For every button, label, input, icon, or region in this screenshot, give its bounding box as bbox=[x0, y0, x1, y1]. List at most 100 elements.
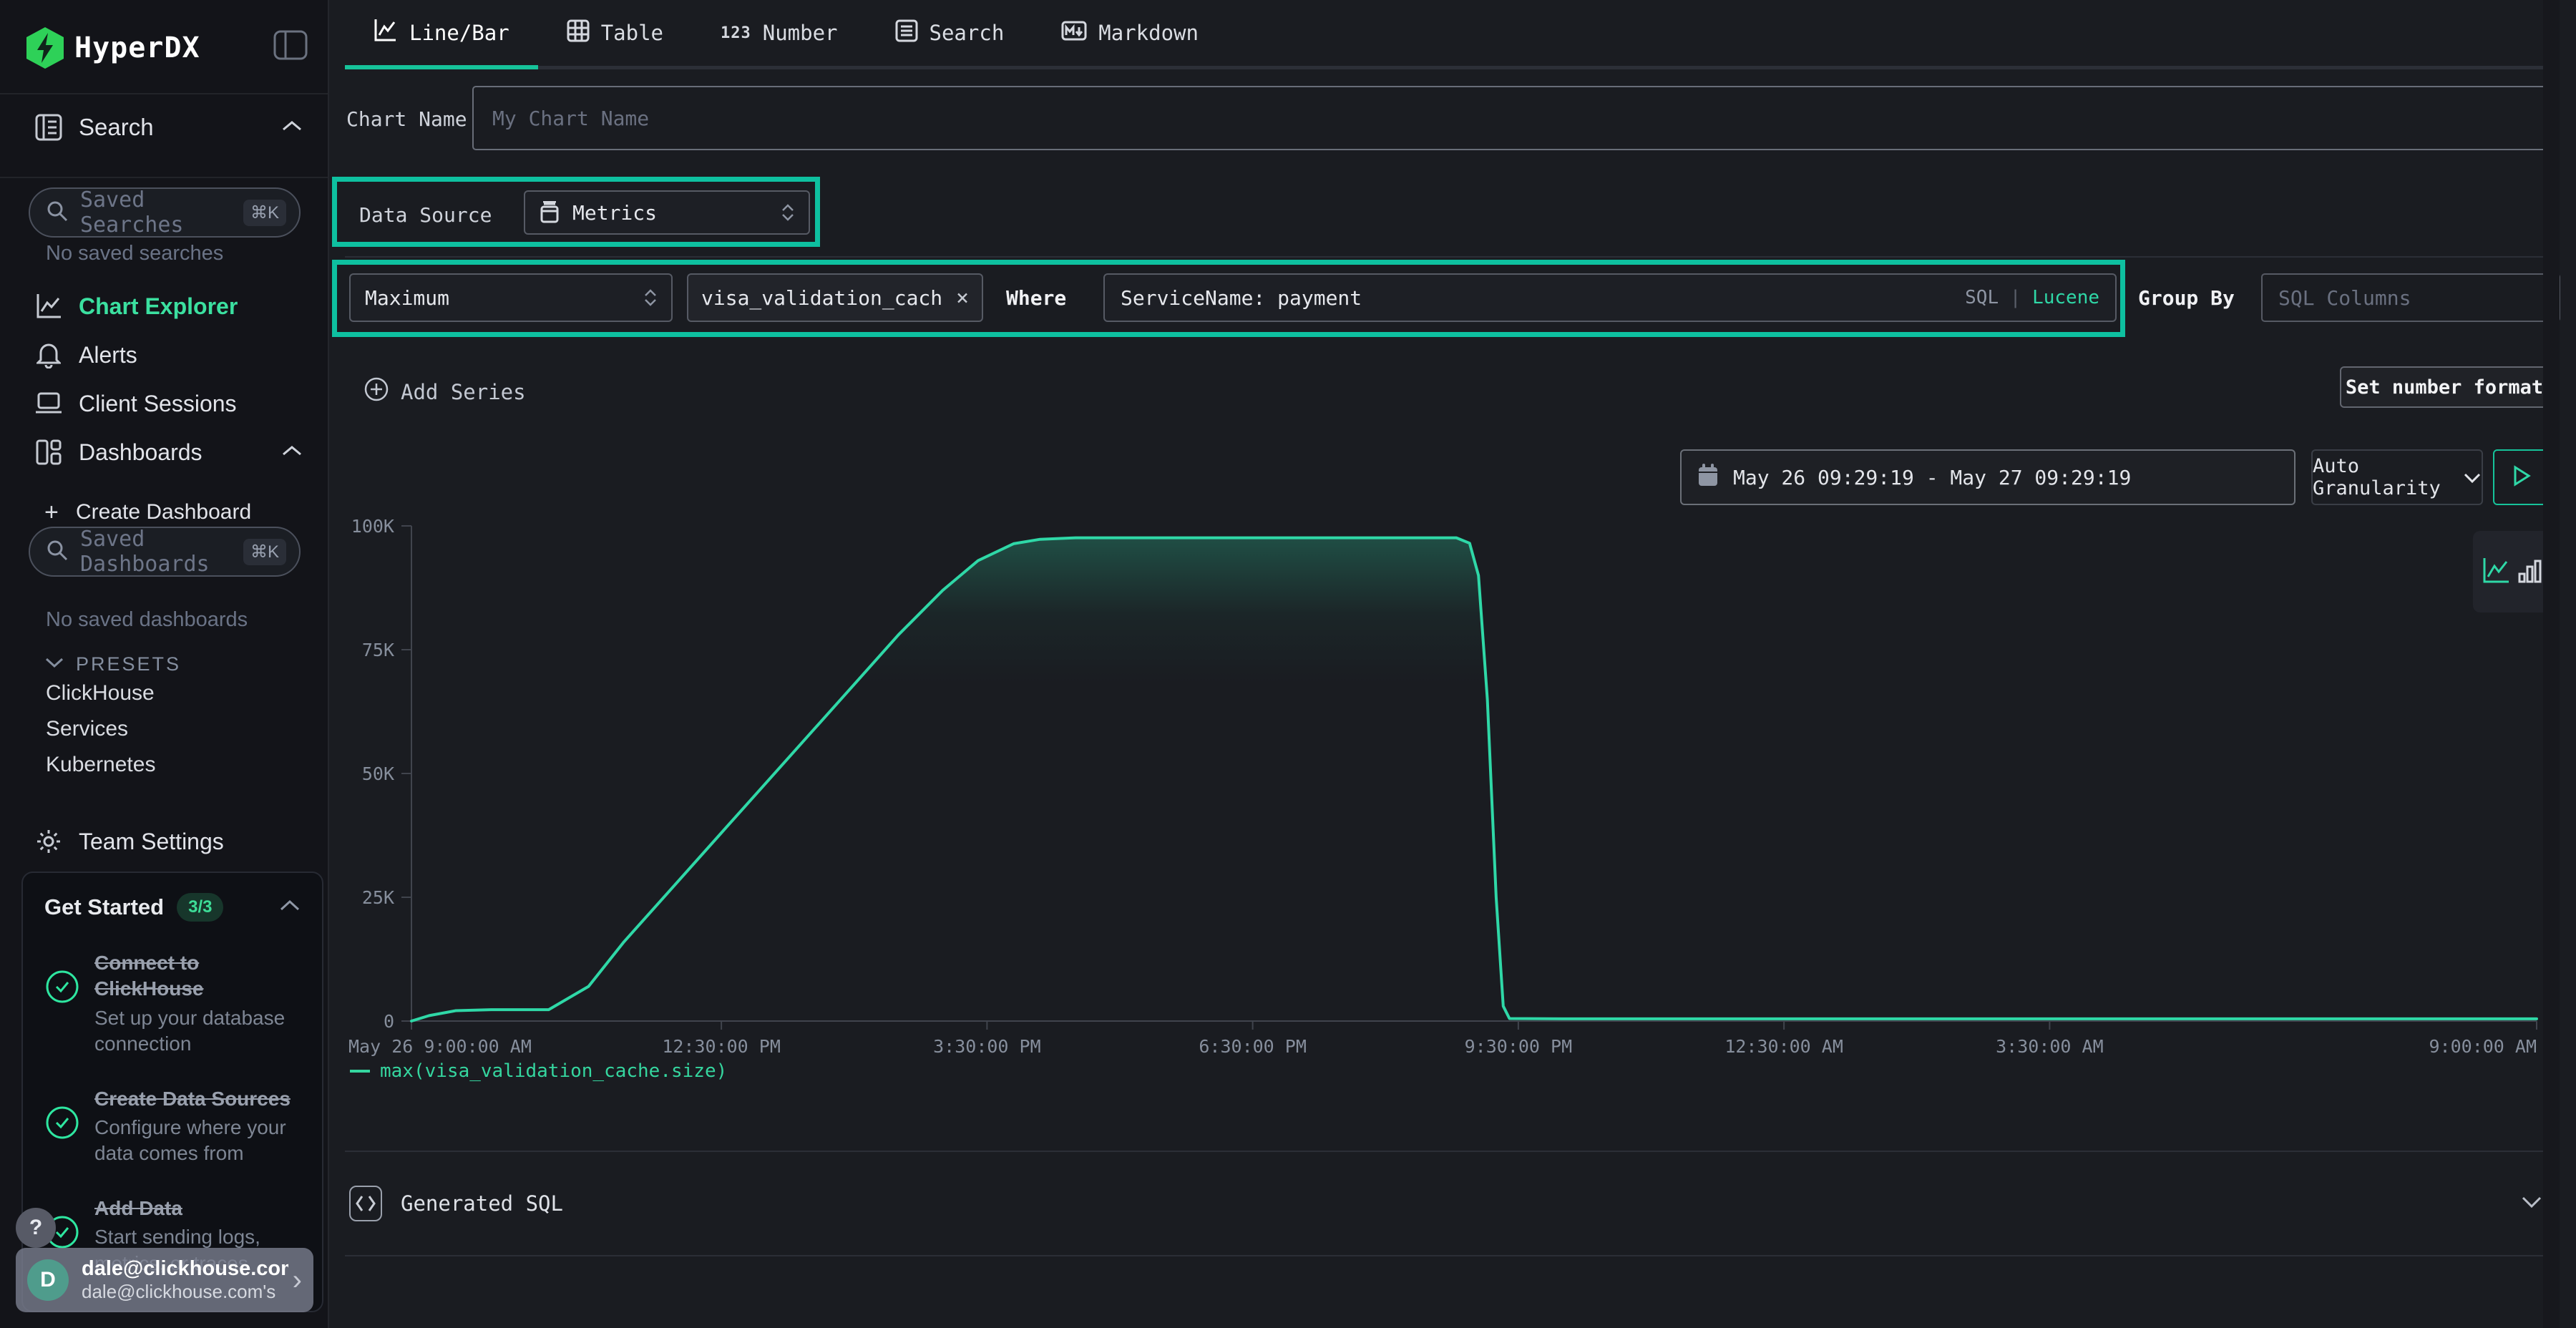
sidebar-item-label: Chart Explorer bbox=[79, 293, 238, 320]
where-value: ServiceName: payment bbox=[1121, 286, 1965, 310]
get-started-item-subtitle: Set up your database connection bbox=[94, 1005, 301, 1058]
get-started-item-title: Connect to ClickHouse bbox=[94, 950, 301, 1002]
tab-table[interactable]: Table bbox=[538, 0, 692, 69]
line-bar-icon bbox=[374, 18, 398, 47]
get-started-item-subtitle: Configure where your data comes from bbox=[94, 1115, 301, 1167]
table-icon bbox=[567, 19, 590, 47]
get-started-card: Get Started 3/3 Connect to ClickHouse Se… bbox=[21, 872, 323, 1312]
number-icon: 123 bbox=[721, 24, 751, 42]
date-range-value: May 26 09:29:19 - May 27 09:29:19 bbox=[1733, 466, 2131, 489]
code-icon bbox=[349, 1186, 382, 1221]
preset-services[interactable]: Services bbox=[46, 717, 128, 741]
svg-text:9:00:00 AM: 9:00:00 AM bbox=[2429, 1036, 2537, 1057]
chart-area: 025K50K75K100KMay 26 9:00:00 AM12:30:00 … bbox=[345, 514, 2560, 1059]
logo-row: HyperDX bbox=[0, 0, 328, 94]
tab-number[interactable]: 123 Number bbox=[692, 0, 867, 69]
svg-text:3:30:00 PM: 3:30:00 PM bbox=[933, 1036, 1041, 1057]
get-started-item[interactable]: Connect to ClickHouse Set up your databa… bbox=[44, 950, 301, 1058]
user-subtitle: dale@clickhouse.com's bbox=[82, 1281, 288, 1303]
chevron-up-icon[interactable] bbox=[279, 899, 301, 915]
sidebar-section-label: Dashboards bbox=[79, 439, 203, 466]
run-query-button[interactable] bbox=[2493, 449, 2550, 505]
group-by-input[interactable] bbox=[2261, 273, 2560, 322]
group-by-label: Group By bbox=[2138, 286, 2235, 310]
tab-label: Search bbox=[930, 21, 1005, 45]
select-chevrons-icon bbox=[644, 289, 657, 306]
saved-searches-placeholder: Saved Searches bbox=[80, 187, 243, 238]
chart-explorer-icon bbox=[33, 293, 64, 320]
user-menu[interactable]: D dale@clickhouse.com dale@clickhouse.co… bbox=[16, 1248, 313, 1312]
search-list-icon bbox=[895, 19, 918, 47]
where-input[interactable]: ServiceName: payment SQL | Lucene bbox=[1103, 273, 2117, 322]
get-started-progress-badge: 3/3 bbox=[177, 893, 223, 922]
svg-text:3:30:00 AM: 3:30:00 AM bbox=[1996, 1036, 2104, 1057]
divider bbox=[345, 256, 2560, 258]
legend-series-name: max(visa_validation_cache.size) bbox=[380, 1060, 727, 1082]
select-chevrons-icon bbox=[781, 204, 794, 221]
add-series-button[interactable]: Add Series bbox=[364, 376, 526, 407]
metric-tag[interactable]: visa_validation_cach × bbox=[687, 273, 983, 322]
check-icon bbox=[44, 969, 80, 1058]
svg-text:12:30:00 PM: 12:30:00 PM bbox=[662, 1036, 781, 1057]
svg-text:12:30:00 AM: 12:30:00 AM bbox=[1724, 1036, 1843, 1057]
set-number-format-button[interactable]: Set number format bbox=[2340, 366, 2549, 408]
help-button[interactable]: ? bbox=[16, 1208, 56, 1248]
svg-text:100K: 100K bbox=[351, 516, 394, 537]
granularity-select[interactable]: Auto Granularity bbox=[2311, 449, 2483, 505]
tab-label: Markdown bbox=[1098, 21, 1199, 45]
presets-toggle[interactable]: PRESETS bbox=[0, 644, 328, 684]
generated-sql-toggle[interactable]: Generated SQL bbox=[345, 1151, 2560, 1256]
tab-markdown[interactable]: Markdown bbox=[1033, 0, 1227, 69]
add-series-label: Add Series bbox=[401, 380, 526, 404]
metric-tag-label: visa_validation_cach bbox=[701, 286, 942, 310]
svg-text:0: 0 bbox=[384, 1011, 394, 1032]
sidebar-item-label: Alerts bbox=[79, 342, 137, 368]
search-icon bbox=[46, 200, 69, 226]
legend-line-swatch bbox=[350, 1070, 370, 1073]
sidebar-section-search[interactable]: Search bbox=[0, 107, 328, 147]
remove-icon[interactable]: × bbox=[956, 285, 969, 311]
shortcut-badge: ⌘K bbox=[243, 539, 286, 565]
right-gutter bbox=[2543, 0, 2560, 1328]
chart-name-input[interactable] bbox=[472, 86, 2560, 150]
preset-kubernetes[interactable]: Kubernetes bbox=[46, 753, 155, 777]
calendar-icon bbox=[1697, 463, 1719, 492]
tab-label: Number bbox=[763, 21, 838, 45]
brand-title: HyperDX bbox=[74, 31, 200, 64]
data-source-select[interactable]: Metrics bbox=[524, 190, 810, 235]
sidebar-item-team-settings[interactable]: Team Settings bbox=[0, 821, 328, 861]
chevron-up-icon[interactable] bbox=[280, 119, 303, 136]
tab-line-bar[interactable]: Line/Bar bbox=[345, 0, 538, 69]
user-email: dale@clickhouse.com bbox=[82, 1257, 288, 1281]
database-icon bbox=[540, 201, 560, 224]
divider bbox=[0, 177, 328, 178]
data-source-value: Metrics bbox=[572, 201, 657, 225]
chart-type-tabs: Line/Bar Table 123 Number bbox=[345, 0, 2560, 69]
get-started-item-title: Add Data bbox=[94, 1196, 301, 1221]
sidebar-item-chart-explorer[interactable]: Chart Explorer bbox=[0, 286, 328, 326]
generated-sql-label: Generated SQL bbox=[401, 1191, 563, 1216]
aggregation-value: Maximum bbox=[365, 286, 449, 310]
no-saved-searches-text: No saved searches bbox=[46, 242, 223, 265]
preset-clickhouse[interactable]: ClickHouse bbox=[46, 681, 155, 706]
granularity-value: Auto Granularity bbox=[2313, 455, 2453, 499]
lucene-mode-toggle[interactable]: Lucene bbox=[2032, 287, 2099, 308]
sidebar-item-client-sessions[interactable]: Client Sessions bbox=[0, 384, 328, 424]
date-range-picker[interactable]: May 26 09:29:19 - May 27 09:29:19 bbox=[1680, 449, 2296, 505]
sidebar-item-alerts[interactable]: Alerts bbox=[0, 335, 328, 375]
get-started-title: Get Started bbox=[44, 894, 164, 920]
chevron-up-icon[interactable] bbox=[280, 444, 303, 461]
no-saved-dashboards-text: No saved dashboards bbox=[46, 608, 248, 632]
bell-icon bbox=[33, 341, 64, 368]
get-started-item[interactable]: Create Data Sources Configure where your… bbox=[44, 1086, 301, 1167]
saved-searches-input[interactable]: Saved Searches ⌘K bbox=[29, 187, 301, 238]
sidebar-section-dashboards[interactable]: Dashboards bbox=[0, 432, 328, 472]
toggle-separator: | bbox=[2010, 287, 2021, 308]
saved-dashboards-input[interactable]: Saved Dashboards ⌘K bbox=[29, 527, 301, 577]
tab-search[interactable]: Search bbox=[867, 0, 1033, 69]
avatar: D bbox=[27, 1259, 69, 1301]
aggregation-select[interactable]: Maximum bbox=[349, 273, 673, 322]
svg-text:25K: 25K bbox=[362, 887, 394, 908]
sql-mode-toggle[interactable]: SQL bbox=[1965, 287, 1999, 308]
sidebar-collapse-icon[interactable] bbox=[273, 30, 308, 64]
